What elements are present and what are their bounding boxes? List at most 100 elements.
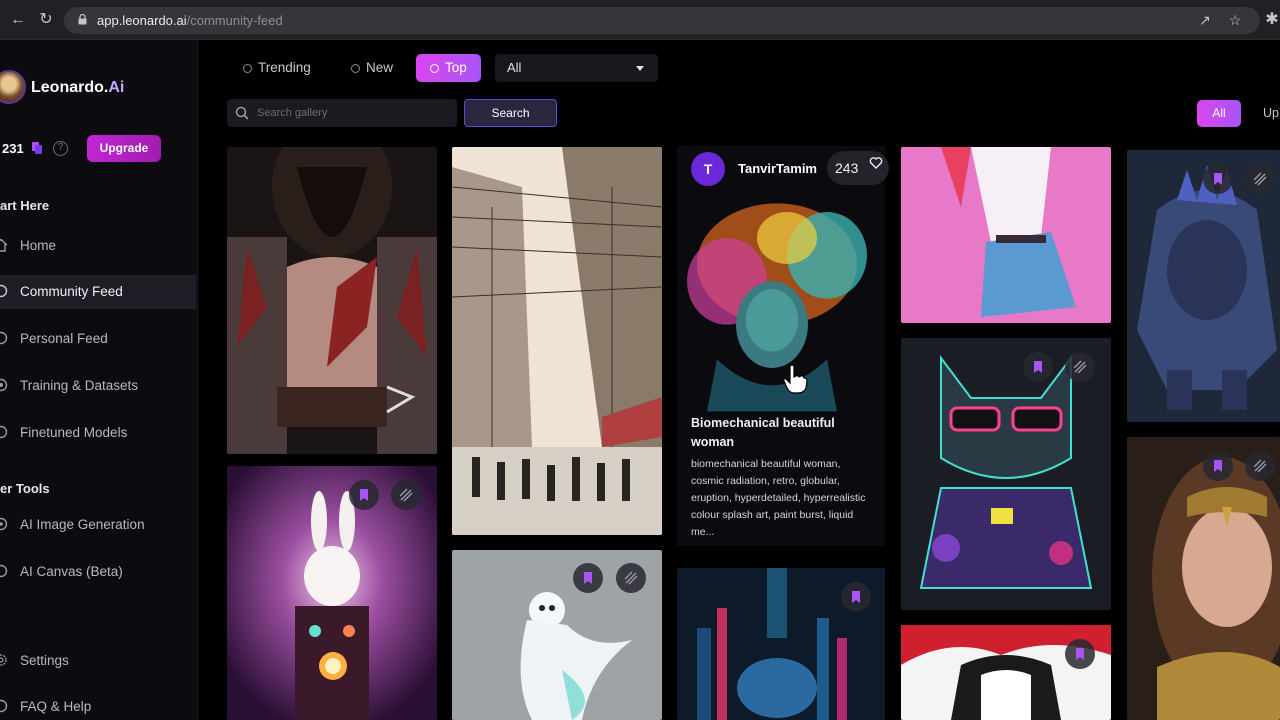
bookmark-icon xyxy=(360,489,368,501)
gallery-image-city-blue[interactable] xyxy=(677,568,885,720)
remix-icon xyxy=(399,488,413,502)
author-avatar[interactable]: T xyxy=(691,152,725,186)
nav-home[interactable]: Home xyxy=(0,229,196,263)
personal-icon xyxy=(0,331,8,345)
nav-ai-canvas[interactable]: AI Canvas (Beta) xyxy=(0,555,196,589)
nav-settings[interactable]: Settings xyxy=(0,644,196,678)
address-bar[interactable]: app.leonardo.ai/community-feed ↗ ☆ xyxy=(64,7,1260,34)
bookmark-button[interactable] xyxy=(841,582,871,612)
caret-down-icon xyxy=(636,66,644,71)
url-path: /community-feed xyxy=(186,13,283,28)
faq-icon xyxy=(0,699,8,713)
hovered-image-card[interactable]: T TanvirTamim 243 Biomechanical beautifu… xyxy=(677,146,889,546)
woman-artwork xyxy=(677,186,885,446)
tab-new-label: New xyxy=(366,60,394,75)
brand-logo xyxy=(0,70,26,104)
bookmark-icon xyxy=(584,572,592,584)
share-icon[interactable]: ↗ xyxy=(1197,12,1213,28)
tab-trending-label: Trending xyxy=(258,60,311,75)
trending-icon xyxy=(243,64,252,73)
extensions-icon[interactable]: ✱ xyxy=(1262,10,1280,30)
hand-cursor-icon xyxy=(783,364,808,394)
gallery-image-monster[interactable] xyxy=(1127,150,1280,422)
nav-home-label: Home xyxy=(20,238,57,253)
search-button[interactable]: Search xyxy=(464,99,557,127)
warrior-artwork xyxy=(227,147,437,454)
bookmark-button[interactable] xyxy=(1203,451,1233,481)
nav-ai-image-generation-label: AI Image Generation xyxy=(20,517,145,532)
url-text: app.leonardo.ai/community-feed xyxy=(97,13,283,28)
back-arrow-icon[interactable]: ← xyxy=(8,10,28,30)
filter-dropdown[interactable]: All xyxy=(495,54,658,82)
help-icon[interactable]: ? xyxy=(53,141,68,156)
chip-upscaled[interactable]: Up xyxy=(1263,106,1279,120)
image-prompt: biomechanical beautiful woman, cosmic ra… xyxy=(691,458,866,538)
bookmark-button[interactable] xyxy=(1203,164,1233,194)
nav-community-feed-label: Community Feed xyxy=(20,284,123,299)
bookmark-button[interactable] xyxy=(1023,352,1053,382)
training-icon xyxy=(0,378,8,392)
like-count-value: 243 xyxy=(835,160,859,176)
chip-all[interactable]: All xyxy=(1197,100,1241,127)
gallery-image-warrior[interactable] xyxy=(227,147,437,454)
nav-ai-image-generation[interactable]: AI Image Generation xyxy=(0,508,196,542)
star-icon[interactable]: ☆ xyxy=(1227,12,1243,28)
bookmark-icon xyxy=(1034,361,1042,373)
nav-personal-feed[interactable]: Personal Feed xyxy=(0,322,196,356)
tab-new[interactable]: New xyxy=(351,54,393,82)
section-start-here: art Here xyxy=(0,198,50,213)
browser-toolbar: ← ↻ app.leonardo.ai/community-feed ↗ ☆ ✱ xyxy=(0,0,1280,40)
nav-faq-help-label: FAQ & Help xyxy=(20,699,92,714)
heart-icon[interactable] xyxy=(869,156,883,170)
remix-button[interactable] xyxy=(1245,164,1275,194)
finetuned-icon xyxy=(0,425,8,439)
upgrade-button[interactable]: Upgrade xyxy=(87,135,161,162)
tab-trending[interactable]: Trending xyxy=(243,54,311,82)
nav-finetuned-models-label: Finetuned Models xyxy=(20,425,128,440)
bookmark-icon xyxy=(1214,460,1222,472)
search-input[interactable] xyxy=(257,99,452,127)
remix-button[interactable] xyxy=(391,480,421,510)
gallery-image-queen[interactable] xyxy=(1127,437,1280,720)
nav-finetuned-models[interactable]: Finetuned Models xyxy=(0,416,196,450)
community-icon xyxy=(0,284,8,298)
brand-suffix: Ai xyxy=(108,79,125,96)
brand-name[interactable]: Leonardo.Ai xyxy=(31,79,124,97)
top-icon xyxy=(430,64,439,73)
author-username[interactable]: TanvirTamim xyxy=(738,161,817,176)
bookmark-icon xyxy=(852,591,860,603)
bookmark-button[interactable] xyxy=(1065,639,1095,669)
nav-community-feed[interactable]: Community Feed xyxy=(0,275,196,309)
gallery-image-street[interactable] xyxy=(452,147,662,535)
nav-faq-help[interactable]: FAQ & Help xyxy=(0,690,196,720)
nav-ai-canvas-label: AI Canvas (Beta) xyxy=(20,564,123,579)
remix-button[interactable] xyxy=(1065,352,1095,382)
nav-settings-label: Settings xyxy=(20,653,69,668)
gallery-image-ghost[interactable] xyxy=(452,550,662,720)
section-user-tools: er Tools xyxy=(0,481,50,496)
remix-icon xyxy=(1253,172,1267,186)
nav-training-datasets-label: Training & Datasets xyxy=(20,378,139,393)
brand-name-text: Leonardo. xyxy=(31,79,109,96)
reload-icon[interactable]: ↻ xyxy=(36,10,56,30)
image-title: Biomechanical beautiful woman xyxy=(691,416,835,449)
nav-training-datasets[interactable]: Training & Datasets xyxy=(0,369,196,403)
street-artwork xyxy=(452,147,662,535)
canvas-icon xyxy=(0,564,8,578)
home-icon xyxy=(0,238,8,252)
remix-button[interactable] xyxy=(616,563,646,593)
url-host: app.leonardo.ai xyxy=(97,13,187,28)
gallery-image-dancer[interactable] xyxy=(901,147,1111,323)
main-content: Trending New Top All Search All Up xyxy=(199,40,1280,720)
dancer-artwork xyxy=(901,147,1111,323)
search-box xyxy=(227,99,457,127)
bookmark-icon xyxy=(1214,173,1222,185)
gallery-image-cat[interactable] xyxy=(901,338,1111,610)
bookmark-button[interactable] xyxy=(349,480,379,510)
search-icon xyxy=(235,106,249,120)
tab-top[interactable]: Top xyxy=(416,54,481,82)
gallery-image-rabbit[interactable] xyxy=(227,466,437,720)
gallery-image-portrait-red[interactable] xyxy=(901,625,1111,720)
bookmark-button[interactable] xyxy=(573,563,603,593)
remix-button[interactable] xyxy=(1245,451,1275,481)
